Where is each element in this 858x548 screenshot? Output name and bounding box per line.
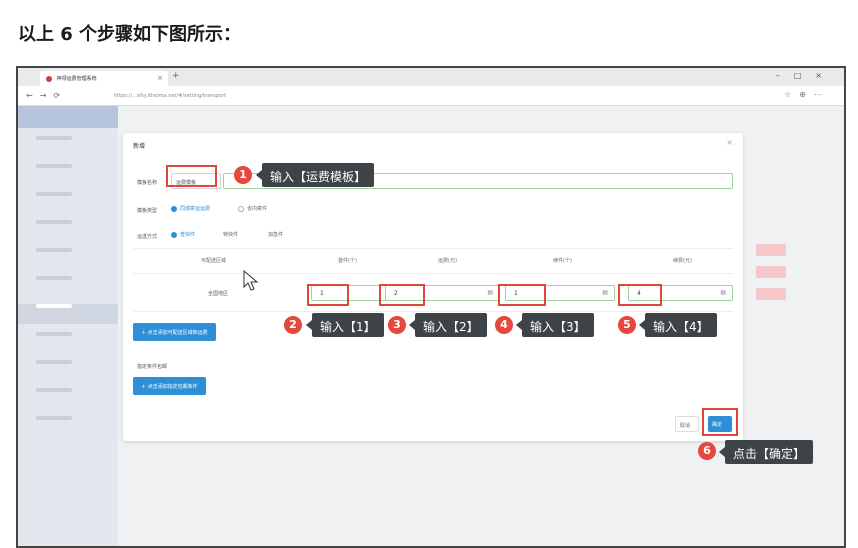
- column-header: 运费(元): [438, 258, 457, 264]
- step-callout-1: 输入【运费模板】: [255, 163, 375, 187]
- step-marker-4: 4: [495, 316, 513, 334]
- favicon-icon: [46, 75, 52, 82]
- page-heading: 以上 6 个步骤如下图所示：: [18, 24, 242, 45]
- calendar-icon: ▤: [487, 289, 493, 296]
- browser-tools[interactable]: ☆⊕⋯: [784, 90, 830, 99]
- calendar-icon: ▤: [602, 289, 608, 296]
- step-marker-3: 3: [388, 316, 406, 334]
- step-marker-2: 2: [284, 316, 302, 334]
- delete-button[interactable]: [756, 266, 786, 278]
- column-header: 首件(个): [338, 258, 357, 264]
- add-region-button[interactable]: ＋ 点击添加可配送区域和运费: [133, 323, 216, 341]
- sidebar-item[interactable]: [18, 332, 118, 352]
- table-divider: [133, 248, 733, 249]
- sidebar-item[interactable]: [18, 164, 118, 184]
- column-header: 续件(个): [553, 258, 572, 264]
- template-name-label: 模板名称: [137, 180, 158, 186]
- highlight-template-name: [166, 165, 217, 187]
- tab-close-icon[interactable]: ×: [157, 74, 163, 82]
- highlight-input-2: [379, 284, 425, 306]
- close-icon[interactable]: ×: [726, 138, 733, 147]
- browser-tab[interactable]: 神领运费管理系统 ×: [40, 71, 168, 86]
- sidebar-logo: [18, 106, 118, 128]
- sidebar-item[interactable]: [18, 360, 118, 380]
- sidebar: [18, 106, 118, 546]
- sidebar-item[interactable]: [18, 248, 118, 268]
- sidebar-item[interactable]: [18, 388, 118, 408]
- region-label: 全国地区: [208, 291, 229, 297]
- radio-template-type-2[interactable]: 省内寄件: [238, 205, 267, 212]
- highlight-confirm: [702, 408, 738, 436]
- sidebar-item[interactable]: [18, 416, 118, 436]
- tab-title: 神领运费管理系统: [56, 76, 97, 82]
- add-condition-button[interactable]: ＋ 点击添加指定包邮条件: [133, 377, 206, 395]
- step-callout-5: 输入【4】: [639, 313, 717, 337]
- address-bar: ←→⟳ https://...slhy.itheima.net/#/settin…: [18, 86, 844, 106]
- sidebar-item[interactable]: [18, 220, 118, 240]
- calendar-icon: ▤: [720, 289, 726, 296]
- sidebar-item[interactable]: [18, 276, 118, 296]
- shipping-method-option-3[interactable]: 加急件: [268, 231, 283, 238]
- step-callout-4: 输入【3】: [516, 313, 594, 337]
- cancel-button[interactable]: 取消: [675, 416, 699, 432]
- column-header: 续费(元): [673, 258, 692, 264]
- step-callout-6: 点击【确定】: [718, 440, 814, 464]
- highlight-input-3: [498, 284, 546, 306]
- step-marker-5: 5: [618, 316, 636, 334]
- sidebar-item[interactable]: [18, 136, 118, 156]
- specify-conditions-label: 指定条件包邮: [137, 364, 168, 370]
- new-tab-icon[interactable]: +: [172, 71, 180, 81]
- radio-shipping-method-1[interactable]: 普快件: [171, 231, 195, 238]
- step-callout-3: 输入【2】: [409, 313, 487, 337]
- browser-tabbar: 神领运费管理系统 × + –□×: [18, 68, 844, 86]
- table-divider: [133, 273, 733, 274]
- cursor-icon: [243, 270, 259, 291]
- delete-button[interactable]: [756, 288, 786, 300]
- column-header: 可配送区域: [201, 258, 227, 264]
- highlight-input-4: [618, 284, 662, 306]
- table-divider: [133, 311, 733, 312]
- window-controls[interactable]: –□×: [776, 71, 836, 80]
- step-callout-2: 输入【1】: [306, 313, 384, 337]
- dialog-title: 新增: [133, 143, 146, 150]
- shipping-method-option-2[interactable]: 特快件: [223, 231, 238, 238]
- screenshot: 神领运费管理系统 × + –□× ←→⟳ https://...slhy.ith…: [16, 66, 846, 548]
- step-marker-1: 1: [234, 166, 252, 184]
- template-type-label: 模板类型: [137, 208, 158, 214]
- step-marker-6: 6: [698, 442, 716, 460]
- radio-template-type-1[interactable]: 同城寄运运费: [171, 205, 210, 212]
- highlight-input-1: [307, 284, 349, 306]
- url-field[interactable]: https://...slhy.itheima.net/#/setting/tr…: [114, 90, 714, 102]
- nav-buttons[interactable]: ←→⟳: [26, 91, 67, 100]
- delete-button[interactable]: [756, 244, 786, 256]
- shipping-method-label: 运送方式: [137, 234, 158, 240]
- sidebar-item-active[interactable]: [18, 304, 118, 324]
- sidebar-item[interactable]: [18, 192, 118, 212]
